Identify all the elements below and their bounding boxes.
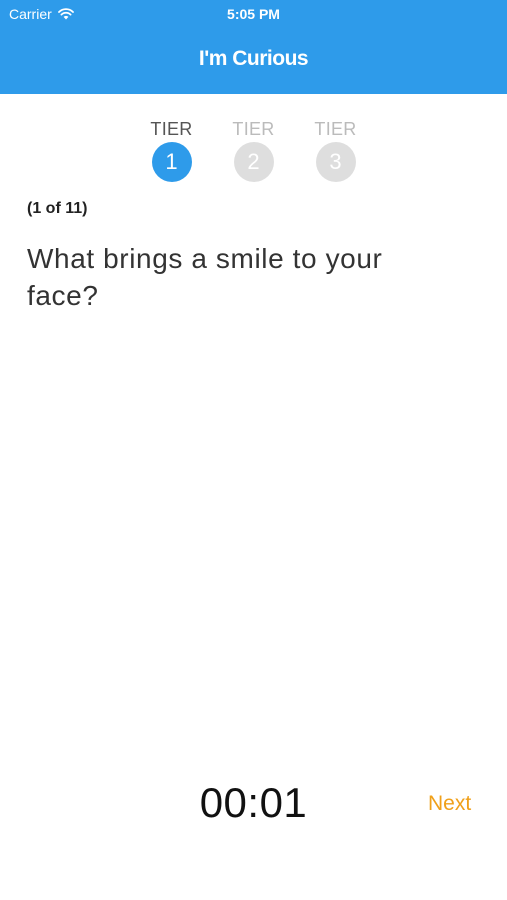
tier-label: TIER bbox=[314, 119, 357, 139]
page-title: I'm Curious bbox=[198, 47, 309, 70]
question-text: What brings a smile to your face? bbox=[27, 243, 383, 311]
status-bar: Carrier 5:05 PM bbox=[0, 0, 507, 28]
next-button[interactable]: Next bbox=[428, 792, 471, 816]
tier-number-badge: 1 bbox=[151, 142, 192, 182]
tier-label: TIER bbox=[232, 119, 275, 139]
header: Carrier 5:05 PM I'm Curious bbox=[0, 0, 507, 94]
tier-label: TIER bbox=[150, 119, 193, 139]
tier-number-badge: 3 bbox=[315, 142, 356, 182]
question-progress: (1 of 11) bbox=[27, 200, 88, 217]
tier-selector: TIER 1 TIER 2 TIER 3 bbox=[0, 118, 507, 182]
tier-1[interactable]: TIER 1 bbox=[150, 118, 193, 182]
tier-number-badge: 2 bbox=[233, 142, 274, 182]
tier-2[interactable]: TIER 2 bbox=[232, 118, 275, 182]
status-time: 5:05 PM bbox=[227, 6, 280, 22]
tier-3[interactable]: TIER 3 bbox=[314, 118, 357, 182]
